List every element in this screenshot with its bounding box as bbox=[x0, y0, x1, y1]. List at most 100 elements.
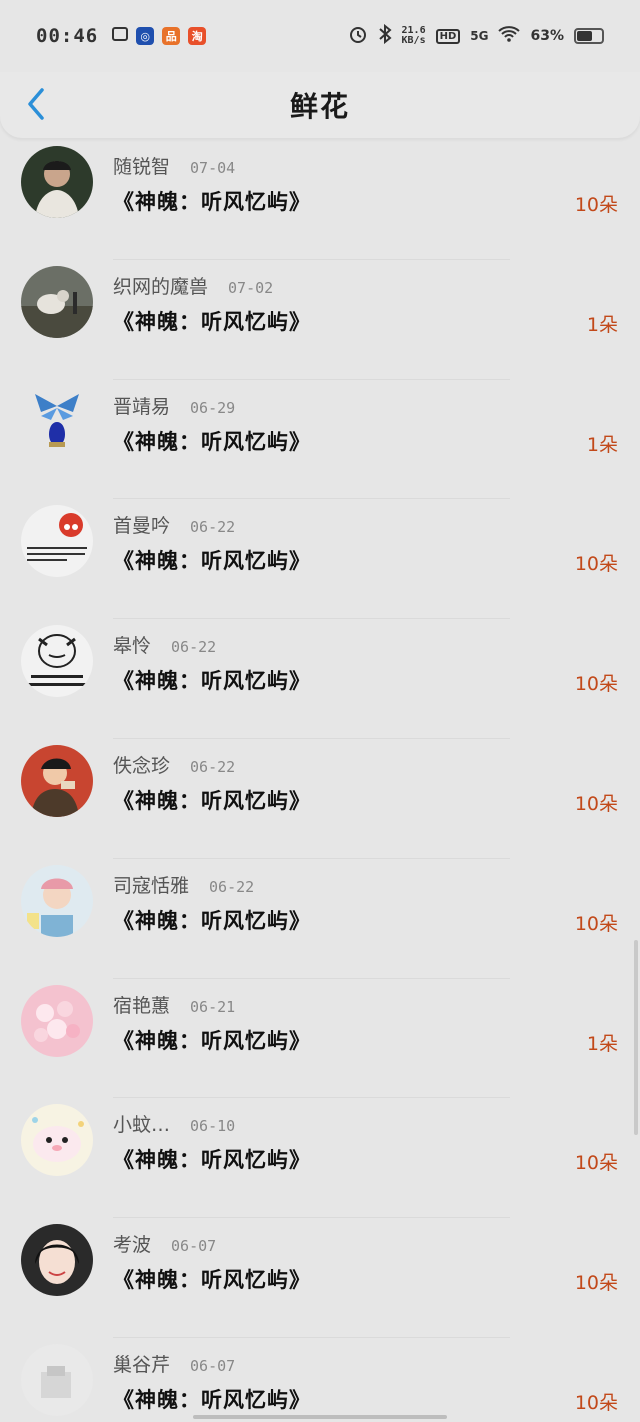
list-item[interactable]: 司寇恬雅 06-22 《神魄：听风忆屿》 10朵 bbox=[0, 859, 640, 979]
user-name[interactable]: 皋怜 bbox=[113, 631, 151, 658]
list-item[interactable]: 巢谷芹 06-07 《神魄：听风忆屿》 10朵 bbox=[0, 1338, 640, 1422]
signal-label: 5G bbox=[470, 29, 489, 43]
user-name[interactable]: 小蚊… bbox=[113, 1110, 170, 1137]
flower-count: 10朵 bbox=[574, 673, 618, 696]
gift-date: 06-07 bbox=[190, 1356, 236, 1375]
list-item[interactable]: 佚念珍 06-22 《神魄：听风忆屿》 10朵 bbox=[0, 739, 640, 859]
user-line: 巢谷芹 06-07 bbox=[113, 1350, 235, 1377]
hd-badge: HD bbox=[435, 28, 461, 44]
gift-date: 06-10 bbox=[190, 1117, 236, 1136]
avatar[interactable] bbox=[21, 1343, 93, 1416]
user-line: 考波 06-07 bbox=[113, 1230, 216, 1257]
user-line: 首曼吟 06-22 bbox=[113, 511, 235, 538]
chevron-left-icon bbox=[28, 88, 44, 120]
list-item[interactable]: 随锐智 07-04 《神魄：听风忆屿》 10朵 bbox=[0, 140, 640, 260]
flower-count: 1朵 bbox=[586, 433, 618, 456]
user-name[interactable]: 佚念珍 bbox=[113, 751, 170, 778]
battery-icon bbox=[574, 28, 604, 44]
gift-date: 06-22 bbox=[190, 757, 236, 776]
flower-list[interactable]: 随锐智 07-04 《神魄：听风忆屿》 10朵 织网的魔兽 07-02 《神魄：听风忆屿》 1… bbox=[0, 140, 640, 1422]
avatar[interactable] bbox=[21, 385, 93, 458]
flower-count: 1朵 bbox=[586, 1032, 618, 1055]
user-name[interactable]: 考波 bbox=[113, 1230, 151, 1257]
home-indicator[interactable] bbox=[193, 1415, 447, 1419]
user-line: 司寇恬雅 06-22 bbox=[113, 871, 254, 898]
avatar[interactable] bbox=[21, 265, 93, 338]
user-line: 宿艳蕙 06-21 bbox=[113, 991, 235, 1018]
user-line: 织网的魔兽 07-02 bbox=[113, 272, 273, 299]
book-title[interactable]: 《神魄：听风忆屿》 bbox=[113, 306, 311, 336]
gift-date: 06-29 bbox=[190, 398, 236, 417]
avatar[interactable] bbox=[21, 1104, 93, 1177]
book-title[interactable]: 《神魄：听风忆屿》 bbox=[113, 1025, 311, 1055]
book-title[interactable]: 《神魄：听风忆屿》 bbox=[113, 426, 311, 456]
alarm-icon bbox=[348, 24, 368, 48]
list-item[interactable]: 皋怜 06-22 《神魄：听风忆屿》 10朵 bbox=[0, 619, 640, 739]
avatar[interactable] bbox=[21, 744, 93, 817]
wifi-icon bbox=[498, 25, 521, 47]
gift-date: 06-21 bbox=[190, 997, 236, 1016]
book-title[interactable]: 《神魄：听风忆屿》 bbox=[113, 186, 311, 216]
scrollbar[interactable] bbox=[634, 940, 638, 1135]
net-speed-unit: KB/s bbox=[401, 35, 426, 46]
status-time: 00:46 bbox=[36, 25, 99, 47]
user-name[interactable]: 巢谷芹 bbox=[113, 1350, 170, 1377]
bluetooth-icon bbox=[378, 23, 392, 48]
user-name[interactable]: 织网的魔兽 bbox=[113, 272, 208, 299]
list-item[interactable]: 织网的魔兽 07-02 《神魄：听风忆屿》 1朵 bbox=[0, 260, 640, 380]
user-name[interactable]: 随锐智 bbox=[113, 152, 170, 179]
list-item[interactable]: 宿艳蕙 06-21 《神魄：听风忆屿》 1朵 bbox=[0, 979, 640, 1099]
book-title[interactable]: 《神魄：听风忆屿》 bbox=[113, 665, 311, 695]
user-line: 佚念珍 06-22 bbox=[113, 751, 235, 778]
flower-count: 10朵 bbox=[574, 792, 618, 815]
flower-count: 10朵 bbox=[574, 553, 618, 576]
blue-app-icon: ◎ bbox=[136, 27, 155, 45]
avatar[interactable] bbox=[21, 864, 93, 937]
gift-date: 06-22 bbox=[171, 638, 217, 657]
avatar[interactable] bbox=[21, 146, 93, 218]
avatar[interactable] bbox=[21, 1224, 93, 1297]
back-button[interactable] bbox=[18, 86, 54, 122]
book-title[interactable]: 《神魄：听风忆屿》 bbox=[113, 1264, 311, 1294]
net-speed: 21.6 KB/s bbox=[402, 26, 426, 46]
list-item[interactable]: 考波 06-07 《神魄：听风忆屿》 10朵 bbox=[0, 1218, 640, 1338]
status-right: 21.6 KB/s HD 5G 63% bbox=[348, 23, 604, 48]
avatar[interactable] bbox=[21, 505, 93, 578]
book-title[interactable]: 《神魄：听风忆屿》 bbox=[113, 905, 311, 935]
flower-count: 10朵 bbox=[574, 912, 618, 935]
page-title: 鲜花 bbox=[289, 90, 350, 123]
list-item[interactable]: 晋靖易 06-29 《神魄：听风忆屿》 1朵 bbox=[0, 380, 640, 500]
avatar[interactable] bbox=[21, 984, 93, 1057]
user-line: 晋靖易 06-29 bbox=[113, 392, 235, 419]
flower-count: 10朵 bbox=[574, 1391, 618, 1414]
battery-percent: 63% bbox=[530, 28, 564, 44]
avatar[interactable] bbox=[21, 625, 93, 698]
book-title[interactable]: 《神魄：听风忆屿》 bbox=[113, 545, 311, 575]
gift-date: 07-02 bbox=[228, 278, 274, 297]
list-item[interactable]: 首曼吟 06-22 《神魄：听风忆屿》 10朵 bbox=[0, 499, 640, 620]
book-title[interactable]: 《神魄：听风忆屿》 bbox=[113, 1144, 311, 1174]
user-line: 小蚊… 06-10 bbox=[113, 1110, 235, 1137]
status-bar: 00:46 ◎ 品 淘 21.6 KB/s HD 5G 63% bbox=[0, 0, 640, 72]
tv-app-icon bbox=[112, 27, 129, 41]
flower-count: 1朵 bbox=[586, 313, 618, 336]
user-line: 随锐智 07-04 bbox=[113, 152, 235, 179]
gift-date: 06-07 bbox=[171, 1237, 217, 1256]
flower-count: 10朵 bbox=[574, 1272, 618, 1295]
orange-app-icon: 品 bbox=[162, 27, 181, 45]
book-title[interactable]: 《神魄：听风忆屿》 bbox=[113, 1384, 311, 1414]
gift-date: 07-04 bbox=[190, 159, 236, 177]
flower-count: 10朵 bbox=[574, 1152, 618, 1175]
user-name[interactable]: 宿艳蕙 bbox=[113, 991, 170, 1018]
battery-fill bbox=[577, 31, 593, 41]
book-title[interactable]: 《神魄：听风忆屿》 bbox=[113, 785, 311, 815]
taobao-app-icon: 淘 bbox=[188, 27, 207, 45]
user-line: 皋怜 06-22 bbox=[113, 631, 216, 658]
gift-date: 06-22 bbox=[190, 518, 236, 537]
user-name[interactable]: 司寇恬雅 bbox=[113, 871, 189, 898]
list-item[interactable]: 小蚊… 06-10 《神魄：听风忆屿》 10朵 bbox=[0, 1098, 640, 1219]
user-name[interactable]: 首曼吟 bbox=[113, 511, 170, 538]
header: 鲜花 bbox=[0, 72, 640, 138]
user-name[interactable]: 晋靖易 bbox=[113, 392, 170, 419]
status-app-icons: ◎ 品 淘 bbox=[112, 27, 207, 45]
